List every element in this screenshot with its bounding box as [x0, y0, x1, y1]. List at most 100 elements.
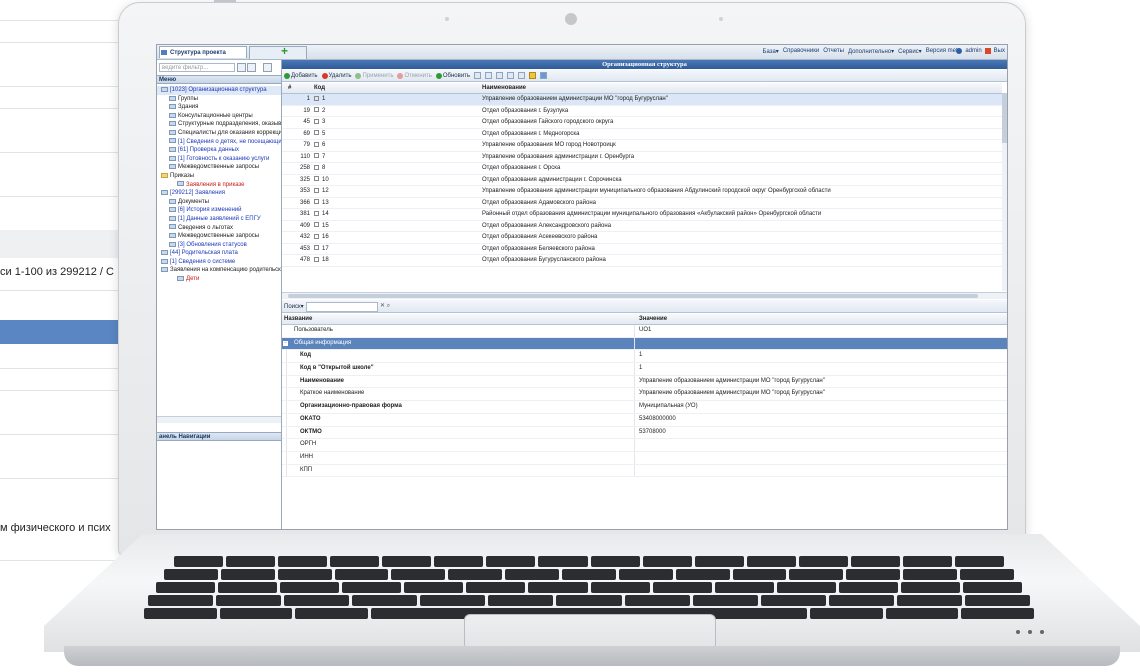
props-row[interactable]: Краткое наименование Управление образован… — [282, 388, 1007, 402]
tree-item[interactable]: Заявления на компенсацию родительско — [157, 266, 281, 275]
table-row[interactable]: 258 8 Отдел образования г. Орска — [282, 163, 1002, 175]
expand-icon[interactable] — [314, 233, 319, 239]
expand-icon[interactable] — [314, 187, 319, 193]
filter-input[interactable]: ведите фильтр... — [159, 63, 235, 72]
search-input[interactable] — [306, 302, 378, 312]
top-menu-item[interactable]: Отчеты — [823, 48, 844, 55]
tree-item[interactable]: [61] Проверка данных — [157, 146, 281, 155]
tree-item[interactable]: Документы — [157, 198, 281, 207]
tree-item[interactable]: Межведомственные запросы — [157, 232, 281, 241]
col-code[interactable]: Код — [314, 83, 325, 93]
tree-item[interactable]: Группы — [157, 95, 281, 104]
expand-icon[interactable] — [314, 130, 319, 136]
toolbar-icon[interactable] — [518, 72, 526, 79]
table-row[interactable]: 453 17 Отдел образования Беляевского район… — [282, 244, 1002, 255]
tree-item[interactable]: [1023] Организационная структура — [157, 86, 281, 95]
table-row[interactable]: 110 7 Управление образования администрации… — [282, 152, 1002, 163]
search-dropdown[interactable]: Поиск▾ — [284, 303, 304, 310]
tree-item[interactable]: [1] Сведения о системе — [157, 258, 281, 267]
props-row[interactable]: Пользователь UO1 — [282, 325, 1007, 338]
props-col-name[interactable]: Название — [284, 314, 312, 324]
table-row[interactable]: 409 15 Отдел образования Александровского … — [282, 221, 1002, 232]
tree-hscrollbar[interactable] — [157, 416, 281, 423]
tree-item[interactable]: [3] Обновления статусов — [157, 241, 281, 250]
expand-icon[interactable] — [314, 222, 319, 228]
add-tab-button[interactable]: + — [281, 45, 288, 58]
props-row[interactable]: Код в "Открытой школе" 1 — [282, 363, 1007, 376]
grid-hscrollbar[interactable] — [282, 292, 1007, 299]
table-row[interactable]: 381 14 Районный отдел образования админист… — [282, 209, 1002, 221]
expand-icon[interactable] — [314, 118, 319, 124]
toolbar-icon[interactable] — [540, 72, 548, 79]
tree-item[interactable]: Здания — [157, 103, 281, 112]
col-hash[interactable]: # — [288, 83, 291, 93]
toolbar-icon[interactable] — [474, 72, 482, 79]
tree-item[interactable]: Дети — [157, 275, 281, 284]
tree-item[interactable]: [1] Сведения о детях, не посещающих — [157, 138, 281, 147]
table-row[interactable]: 432 16 Отдел образования Асекеевского райо… — [282, 232, 1002, 244]
col-name[interactable]: Наименование — [482, 83, 526, 93]
expand-icon[interactable] — [314, 176, 319, 182]
grid-vscrollbar[interactable] — [1002, 93, 1007, 291]
menu-header[interactable]: Меню — [157, 75, 281, 84]
expand-icon[interactable] — [314, 199, 319, 205]
tree-item[interactable]: [44] Родительская плата — [157, 249, 281, 258]
toolbar-button[interactable]: Применить — [355, 72, 393, 79]
top-menu-item[interactable]: Дополнительно▾ — [848, 48, 894, 55]
tree-item[interactable]: [1] Данные заявлений с ЕПГУ — [157, 215, 281, 224]
navigation-panel-header[interactable]: анель Навигации — [157, 432, 281, 441]
table-row[interactable]: 45 3 Отдел образования Гайского городского… — [282, 117, 1002, 129]
tree-item[interactable]: Приказы — [157, 172, 281, 181]
table-row[interactable]: 325 10 Отдел образования администрации г. … — [282, 175, 1002, 186]
tree-item[interactable]: Межведомственные запросы — [157, 163, 281, 172]
toolbar-button[interactable]: Отменить — [397, 72, 432, 79]
table-row[interactable]: 353 12 Управление образования администраци… — [282, 186, 1002, 198]
exit-button[interactable]: Вых — [994, 48, 1005, 54]
toolbar-icon[interactable] — [507, 72, 515, 79]
table-row[interactable]: 478 18 Отдел образования Бугурусланского р… — [282, 255, 1002, 267]
table-row[interactable]: 1 1 Управление образованием администрации … — [282, 94, 1002, 106]
expand-icon[interactable] — [314, 164, 319, 170]
toolbar-icon[interactable] — [485, 72, 493, 79]
props-row[interactable]: Наименование Управление образованием адми… — [282, 375, 1007, 389]
expand-icon[interactable] — [314, 256, 319, 262]
filter-clear-button[interactable] — [237, 63, 246, 72]
tree-item[interactable]: [299212] Заявления — [157, 189, 281, 198]
top-menu-item[interactable]: Сервис▾ — [898, 48, 922, 55]
tab-project-structure[interactable]: Структура проекта — [159, 46, 247, 58]
props-row[interactable]: ОКТМО 53708000 — [282, 426, 1007, 440]
table-row[interactable]: 79 6 Управление образования МО город Новот… — [282, 140, 1002, 152]
props-row[interactable]: КПП — [282, 464, 1007, 478]
tree-item[interactable]: [1] Готовность к оказанию услуги — [157, 155, 281, 164]
toolbar-button[interactable]: Обновить — [435, 72, 470, 79]
expand-icon[interactable] — [314, 210, 319, 216]
tree-item[interactable]: Консультационные центры — [157, 112, 281, 121]
tree-item[interactable]: Структурные подразделения, оказыва — [157, 120, 281, 129]
table-row[interactable]: 19 2 Отдел образования г. Бузулука — [282, 106, 1002, 117]
filter-apply-button[interactable] — [247, 63, 256, 72]
props-col-value[interactable]: Значение — [639, 314, 667, 324]
table-row[interactable]: 366 13 Отдел образования Адамовского район… — [282, 198, 1002, 209]
panel-settings-button[interactable] — [263, 63, 272, 72]
props-row[interactable]: ОКАТО 53408000000 — [282, 413, 1007, 427]
tree-item[interactable]: Заявления в приказе — [157, 181, 281, 190]
user-name[interactable]: admin — [965, 48, 981, 54]
expand-icon[interactable] — [314, 141, 319, 147]
toolbar-button[interactable]: Добавить — [284, 72, 318, 79]
toolbar-button[interactable]: Удалить — [321, 72, 351, 79]
top-menu-item[interactable]: База▾ — [763, 48, 779, 55]
expand-icon[interactable] — [314, 153, 319, 159]
collapse-icon[interactable]: − — [283, 340, 288, 346]
table-row[interactable]: 69 5 Отдел образования г. Медногорска — [282, 129, 1002, 140]
toolbar-icon[interactable] — [496, 72, 504, 79]
props-row[interactable]: Код 1 — [282, 350, 1007, 364]
tree-item[interactable]: [6] История изменений — [157, 206, 281, 215]
tree-item[interactable]: Специалисты для оказания коррекцио — [157, 129, 281, 138]
props-row[interactable]: ИНН — [282, 451, 1007, 465]
top-menu-item[interactable]: Справочники — [783, 48, 819, 55]
tree-item[interactable]: Сведения о льготах — [157, 224, 281, 233]
vscroll-thumb[interactable] — [1002, 93, 1007, 143]
props-row[interactable]: Организационно-правовая форма Муниципальн… — [282, 401, 1007, 414]
props-row[interactable]: ОРГН — [282, 439, 1007, 452]
expand-icon[interactable] — [314, 95, 319, 101]
